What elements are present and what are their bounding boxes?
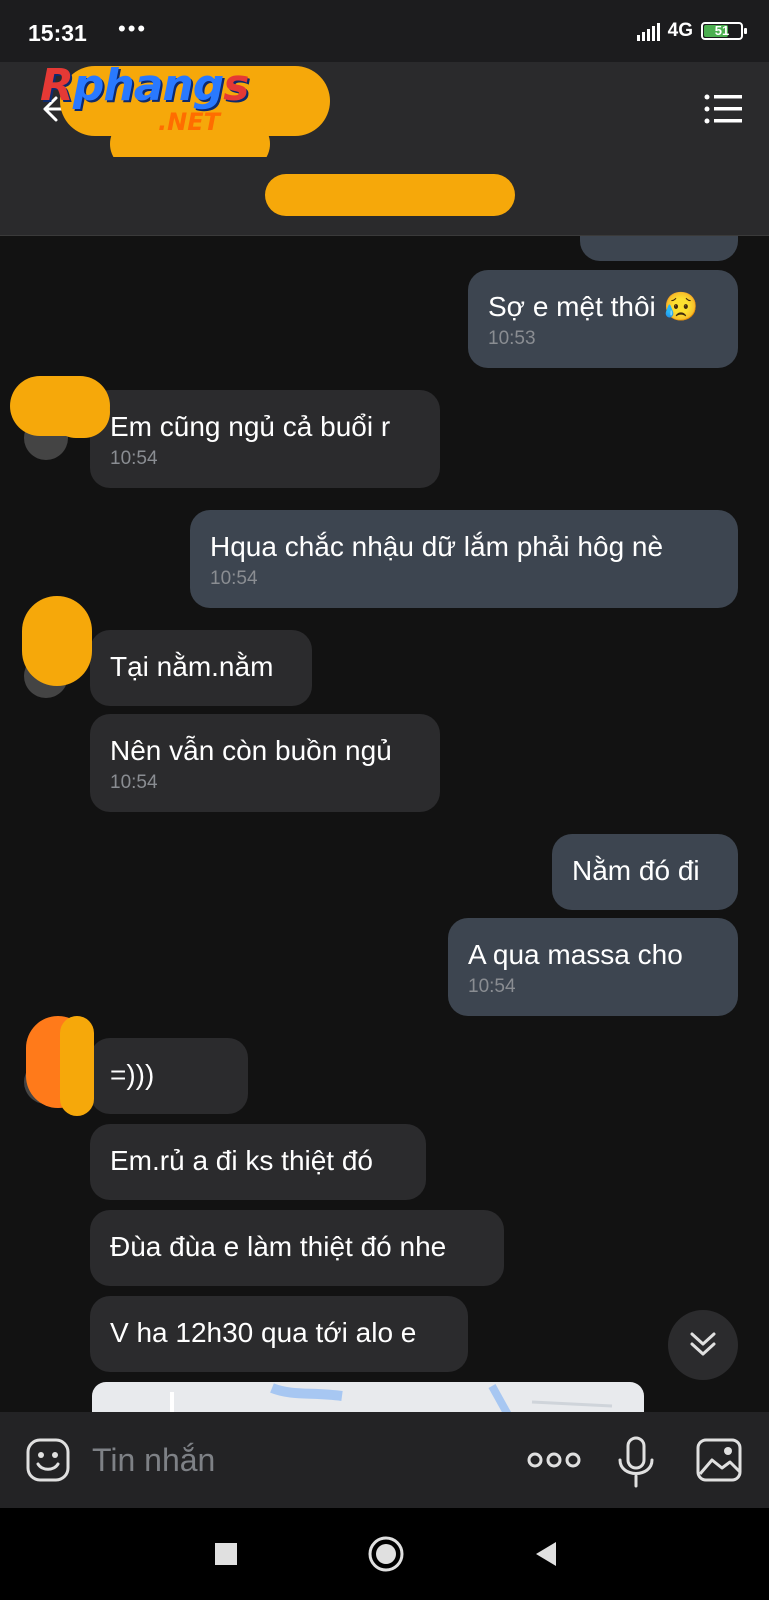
message-text: Nằm đó đi [572, 855, 700, 886]
message-bubble[interactable]: Hqua chắc nhậu dữ lắm phải hôg nè 10:54 [190, 510, 738, 608]
battery-icon: 51 [701, 22, 747, 40]
watermark-logo: Rphangs [40, 60, 249, 111]
redaction-scribble [60, 1016, 94, 1116]
message-bubble[interactable]: Tại nằm.nằm [90, 630, 312, 706]
map-preview[interactable] [92, 1382, 644, 1412]
message-text: Đùa đùa e làm thiệt đó nhe [110, 1231, 447, 1262]
composer-bar: Tin nhắn [0, 1412, 769, 1508]
emoji-icon[interactable] [24, 1436, 72, 1484]
message-time: 10:54 [110, 448, 158, 469]
message-text: Sợ e mệt thôi 😥 [488, 291, 699, 322]
message-bubble[interactable]: V ha 12h30 qua tới alo e [90, 1296, 468, 1372]
redaction-scribble [22, 596, 92, 686]
message-time: 10:54 [468, 976, 516, 997]
system-nav-bar [0, 1508, 769, 1600]
notification-dots: ••• [118, 16, 148, 41]
message-bubble[interactable]: Em.rủ a đi ks thiệt đó [90, 1124, 426, 1200]
message-bubble[interactable]: Nằm đó đi [552, 834, 738, 910]
message-text: A qua massa cho [468, 939, 683, 970]
message-bubble[interactable]: Đùa đùa e làm thiệt đó nhe [90, 1210, 504, 1286]
double-chevron-down-icon [690, 1332, 716, 1356]
message-time: 10:53 [488, 328, 536, 349]
image-icon[interactable] [694, 1436, 744, 1484]
message-text: Tại nằm.nằm [110, 651, 274, 682]
message-time: 10:54 [210, 568, 258, 589]
message-time: 10:54 [110, 772, 158, 793]
message-text: Nên vẫn còn buồn ngủ [110, 735, 392, 766]
system-back-icon[interactable] [530, 1538, 560, 1570]
watermark-logo-suffix: .NET [158, 108, 220, 136]
message-list[interactable]: Sợ e mệt thôi 😥 10:53 Em cũng ngủ cả buổ… [0, 236, 769, 1412]
recents-icon[interactable] [212, 1540, 240, 1568]
menu-list-icon[interactable] [703, 92, 743, 126]
home-icon[interactable] [366, 1534, 406, 1574]
redaction-scribble [50, 386, 110, 438]
message-bubble[interactable]: Em cũng ngủ cả buổi r 10:54 [90, 390, 440, 488]
message-bubble[interactable]: =))) [90, 1038, 248, 1114]
message-bubble[interactable]: Sợ e mệt thôi 😥 10:53 [468, 270, 738, 368]
battery-level: 51 [714, 23, 730, 38]
message-text: =))) [110, 1059, 155, 1090]
message-text: Em.rủ a đi ks thiệt đó [110, 1145, 374, 1176]
microphone-icon[interactable] [614, 1434, 658, 1490]
status-time: 15:31 [28, 20, 87, 46]
scroll-to-bottom-button[interactable] [668, 1310, 738, 1380]
status-bar: 15:31 ••• 4G 51 [0, 0, 769, 62]
redaction-scribble [265, 174, 515, 216]
message-text: V ha 12h30 qua tới alo e [110, 1317, 417, 1348]
status-indicators: 4G 51 [636, 20, 747, 42]
more-icon[interactable] [526, 1448, 582, 1472]
signal-icon [636, 21, 660, 41]
message-text: Hqua chắc nhậu dữ lắm phải hôg nè [210, 531, 664, 562]
message-bubble[interactable]: Nên vẫn còn buồn ngủ 10:54 [90, 714, 440, 812]
message-bubble[interactable]: A qua massa cho 10:54 [448, 918, 738, 1016]
message-text: Em cũng ngủ cả buổi r [110, 411, 391, 442]
message-input[interactable]: Tin nhắn [92, 1442, 215, 1479]
map-thumbnail [170, 1383, 613, 1412]
message-bubble[interactable] [580, 236, 738, 261]
network-type: 4G [667, 20, 693, 41]
